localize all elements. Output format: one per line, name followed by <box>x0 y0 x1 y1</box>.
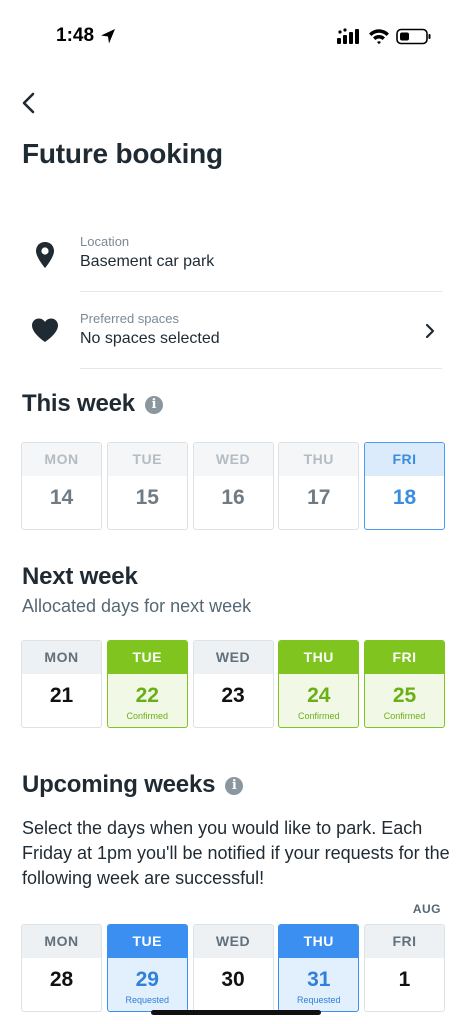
day-date: 22 <box>135 684 159 707</box>
day-card-mon: MON 14 <box>21 442 102 530</box>
location-label: Location <box>80 234 130 249</box>
day-status: Requested <box>125 995 170 1005</box>
divider <box>80 291 442 292</box>
divider <box>80 368 442 369</box>
day-card-wed[interactable]: WED 30 <box>192 924 274 1012</box>
map-pin-icon <box>36 242 54 268</box>
day-card-tue[interactable]: TUE 29 Requested <box>106 924 188 1012</box>
day-date: 31 <box>307 968 331 991</box>
upcoming-weeks-days: MON 28 TUE 29 Requested WED 30 THU 31 Requested FR… <box>21 924 445 1012</box>
info-icon[interactable]: i <box>144 396 163 414</box>
day-date: 24 <box>307 684 331 707</box>
heart-icon <box>32 318 58 342</box>
day-card-thu[interactable]: THU 31 Requested <box>278 924 360 1012</box>
page-title: Future booking <box>22 138 223 169</box>
wifi-icon <box>369 29 389 45</box>
this-week-title-text: This week <box>22 390 135 417</box>
upcoming-weeks-title: Upcoming weeks i <box>22 771 244 799</box>
day-card-fri[interactable]: FRI 1 <box>364 924 445 1012</box>
back-chevron-icon[interactable] <box>15 88 45 118</box>
next-week-subtitle: Allocated days for next week <box>22 596 252 616</box>
battery-icon <box>396 28 431 45</box>
day-name: FRI <box>365 641 444 674</box>
preferred-spaces-row[interactable]: Preferred spaces No spaces selected <box>22 297 442 369</box>
location-row[interactable]: Location Basement car park <box>22 220 442 292</box>
preferred-spaces-value: No spaces selected <box>80 330 220 347</box>
day-status: Confirmed <box>126 711 168 721</box>
day-date: 15 <box>135 486 159 509</box>
day-name: TUE <box>107 443 187 476</box>
day-card-mon[interactable]: MON 21 <box>21 640 102 728</box>
day-date: 18 <box>392 486 417 509</box>
day-status: Confirmed <box>383 711 426 721</box>
status-time: 1:48 <box>56 25 95 46</box>
month-label: AUG <box>412 902 441 916</box>
day-card-thu[interactable]: THU 24 Confirmed <box>278 640 360 728</box>
day-date: 1 <box>398 968 411 991</box>
next-week-title: Next week <box>22 563 138 590</box>
day-status: Confirmed <box>297 711 340 721</box>
status-bar: 1:48 <box>0 0 471 60</box>
day-name: THU <box>279 925 359 958</box>
day-card-fri[interactable]: FRI 18 <box>364 442 445 530</box>
day-name: FRI <box>365 925 444 958</box>
day-date: 21 <box>49 684 74 707</box>
day-name: THU <box>279 641 359 674</box>
chevron-right-icon <box>425 323 435 339</box>
day-date: 23 <box>221 684 245 707</box>
day-date: 28 <box>49 968 74 991</box>
day-date: 17 <box>307 486 331 509</box>
upcoming-weeks-description: Select the days when you would like to p… <box>22 818 450 888</box>
day-name: WED <box>193 925 273 958</box>
day-name: TUE <box>107 925 187 958</box>
location-value: Basement car park <box>80 253 215 270</box>
day-card-tue: TUE 15 <box>106 442 188 530</box>
day-date: 29 <box>135 968 159 991</box>
day-name: FRI <box>365 443 444 476</box>
day-date: 14 <box>49 486 74 509</box>
cellular-signal-icon <box>337 28 359 44</box>
day-name: MON <box>22 443 101 476</box>
day-card-mon[interactable]: MON 28 <box>21 924 102 1012</box>
info-icon[interactable]: i <box>225 777 244 795</box>
home-indicator <box>151 1010 321 1015</box>
preferred-spaces-label: Preferred spaces <box>80 311 179 326</box>
day-name: MON <box>22 925 101 958</box>
day-name: THU <box>279 443 359 476</box>
day-date: 16 <box>221 486 245 509</box>
day-name: MON <box>22 641 101 674</box>
day-name: TUE <box>107 641 187 674</box>
day-card-thu: THU 17 <box>278 442 360 530</box>
day-card-wed: WED 16 <box>192 442 274 530</box>
day-name: WED <box>193 641 273 674</box>
this-week-title: This week i <box>22 390 163 418</box>
day-date: 30 <box>221 968 245 991</box>
day-date: 25 <box>392 684 417 707</box>
day-card-fri[interactable]: FRI 25 Confirmed <box>364 640 445 728</box>
day-card-tue[interactable]: TUE 22 Confirmed <box>106 640 188 728</box>
day-name: WED <box>193 443 273 476</box>
day-status: Requested <box>296 995 341 1005</box>
day-card-wed[interactable]: WED 23 <box>192 640 274 728</box>
this-week-days: MON 14 TUE 15 WED 16 THU 17 FRI 18 <box>21 442 445 530</box>
upcoming-weeks-title-text: Upcoming weeks <box>22 771 216 798</box>
next-week-days: MON 21 TUE 22 Confirmed WED 23 THU 24 Confirmed FR… <box>21 640 445 728</box>
location-arrow-icon <box>101 29 115 44</box>
